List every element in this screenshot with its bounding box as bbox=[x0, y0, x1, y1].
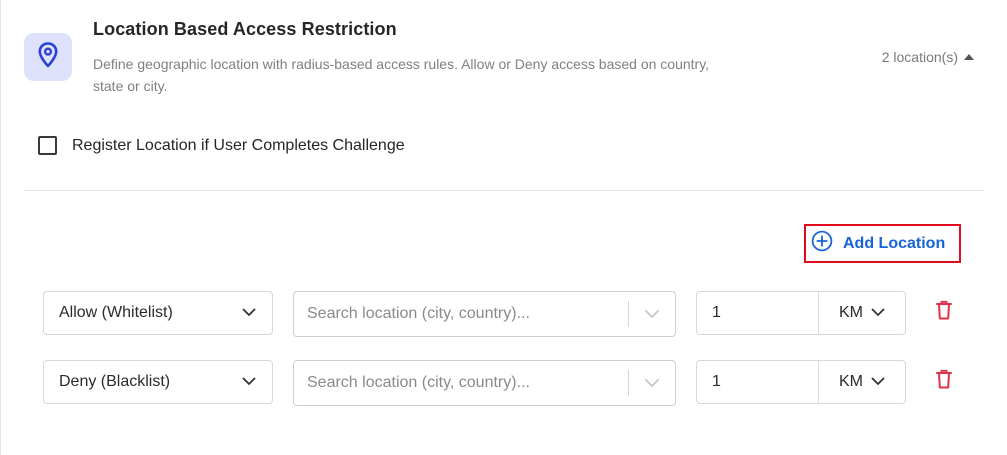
chevron-down-icon bbox=[242, 373, 256, 391]
location-search-placeholder: Search location (city, country)... bbox=[307, 305, 530, 322]
location-search-select[interactable]: Search location (city, country)... bbox=[293, 360, 676, 406]
access-policy-select[interactable]: Allow (Whitelist) bbox=[43, 291, 273, 335]
delete-rule-button[interactable] bbox=[934, 300, 954, 324]
radius-group: 1 KM bbox=[696, 360, 906, 404]
caret-up-icon bbox=[964, 53, 974, 60]
radius-unit-value: KM bbox=[839, 304, 863, 321]
access-policy-value: Deny (Blacklist) bbox=[59, 373, 171, 390]
register-location-checkbox[interactable] bbox=[38, 136, 57, 155]
chevron-down-icon[interactable] bbox=[629, 309, 675, 319]
radius-input[interactable]: 1 bbox=[697, 292, 819, 334]
add-location-label: Add Location bbox=[843, 234, 946, 252]
chevron-down-icon bbox=[242, 304, 256, 322]
radius-unit-select[interactable]: KM bbox=[819, 304, 905, 322]
location-search-select[interactable]: Search location (city, country)... bbox=[293, 291, 676, 337]
register-location-option[interactable]: Register Location if User Completes Chal… bbox=[38, 136, 405, 155]
chevron-down-icon[interactable] bbox=[629, 378, 675, 388]
chevron-down-icon bbox=[871, 373, 885, 391]
radius-group: 1 KM bbox=[696, 291, 906, 335]
chevron-down-icon bbox=[871, 304, 885, 322]
section-description: Define geographic location with radius-b… bbox=[93, 56, 710, 94]
location-rule-row: Deny (Blacklist) Search location (city, … bbox=[43, 360, 963, 406]
radius-unit-select[interactable]: KM bbox=[819, 373, 905, 391]
radius-unit-value: KM bbox=[839, 373, 863, 390]
register-location-label: Register Location if User Completes Chal… bbox=[72, 136, 405, 154]
location-count-toggle[interactable]: 2 location(s) bbox=[882, 49, 974, 65]
trash-icon bbox=[936, 369, 952, 394]
location-count: 2 location(s) bbox=[881, 49, 958, 65]
section-title: Location Based Access Restriction bbox=[93, 19, 397, 39]
section-divider bbox=[24, 190, 984, 191]
map-pin-icon bbox=[38, 41, 58, 73]
section-header[interactable]: Location Based Access Restriction Define… bbox=[24, 18, 984, 98]
access-policy-select[interactable]: Deny (Blacklist) bbox=[43, 360, 273, 404]
delete-rule-button[interactable] bbox=[934, 369, 954, 393]
location-rule-row: Allow (Whitelist) Search location (city,… bbox=[43, 291, 963, 337]
trash-icon bbox=[936, 300, 952, 325]
panel-left-border bbox=[0, 0, 1, 455]
location-search-placeholder: Search location (city, country)... bbox=[307, 374, 530, 391]
add-location-button[interactable]: Add Location bbox=[804, 224, 961, 263]
radius-input[interactable]: 1 bbox=[697, 361, 819, 403]
plus-circle-icon bbox=[811, 230, 833, 257]
access-policy-value: Allow (Whitelist) bbox=[59, 304, 173, 321]
location-badge bbox=[24, 33, 72, 81]
